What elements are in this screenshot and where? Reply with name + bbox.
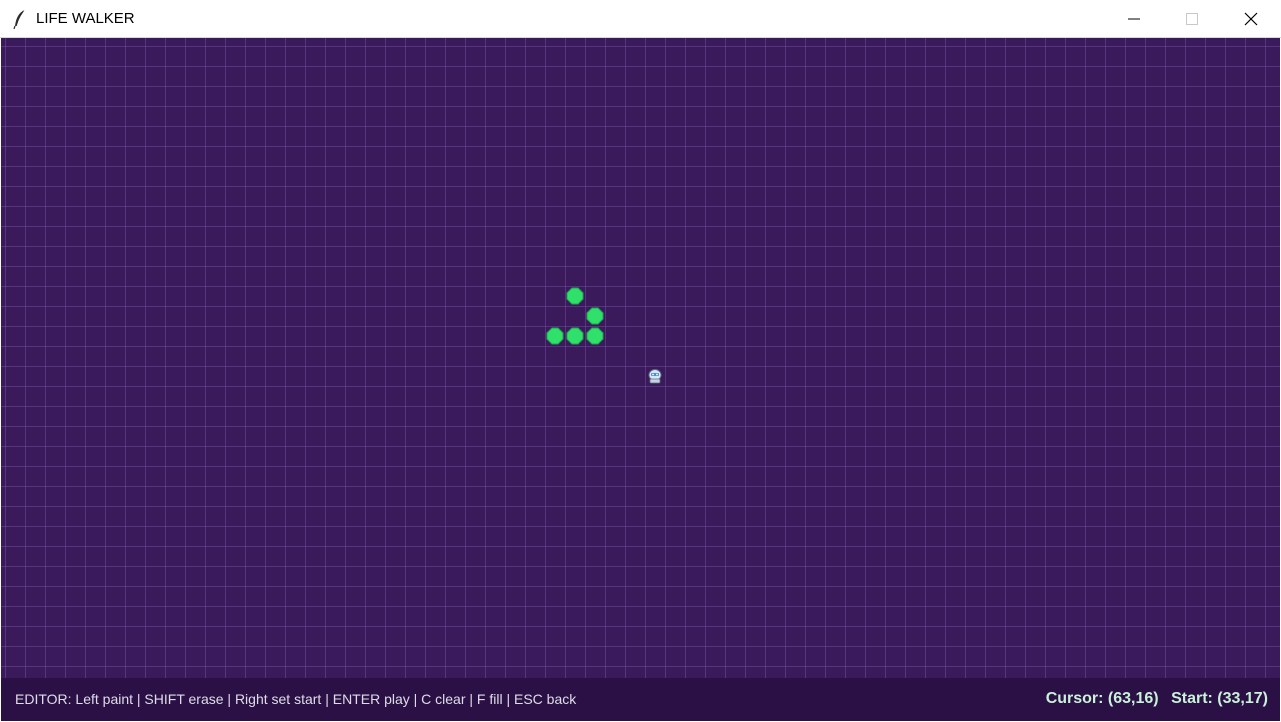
- window-title: LIFE WALKER: [36, 10, 135, 27]
- minimize-button[interactable]: [1105, 0, 1163, 37]
- title-bar: LIFE WALKER: [0, 0, 1281, 38]
- maximize-button[interactable]: [1163, 0, 1221, 37]
- cursor-coordinates: Cursor: (63,16): [1045, 690, 1159, 707]
- live-cell: [566, 287, 584, 305]
- start-coordinates: Start: (33,17): [1171, 690, 1268, 707]
- feather-icon: [13, 9, 26, 29]
- status-bar: EDITOR: Left paint | SHIFT erase | Right…: [1, 678, 1280, 721]
- live-cell: [546, 327, 564, 345]
- close-button[interactable]: [1222, 0, 1280, 37]
- coordinates-readout: Cursor: (63,16) Start: (33,17): [1046, 690, 1268, 708]
- live-cell: [586, 307, 604, 325]
- live-cell: [586, 327, 604, 345]
- live-cell: [566, 327, 584, 345]
- player-sprite-icon: [648, 369, 662, 384]
- game-grid-canvas[interactable]: [1, 38, 1280, 678]
- maximize-icon: [1186, 12, 1198, 25]
- minimize-icon: [1128, 18, 1140, 19]
- editor-help-text: EDITOR: Left paint | SHIFT erase | Right…: [15, 691, 577, 707]
- close-icon: [1244, 12, 1258, 25]
